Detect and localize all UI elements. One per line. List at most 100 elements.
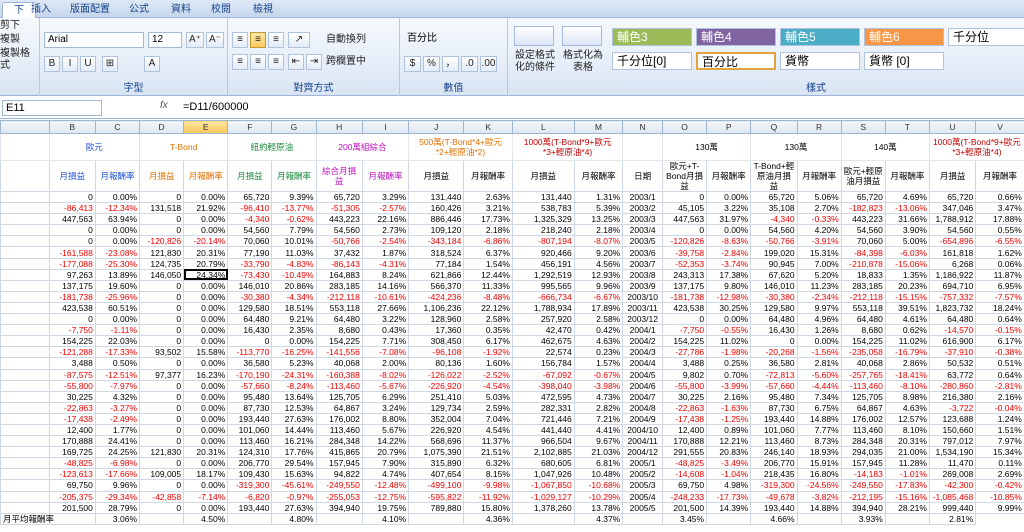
cell[interactable] [0, 279, 50, 292]
cell[interactable]: 36,580 [750, 357, 798, 370]
cell[interactable]: 282,331 [511, 401, 575, 414]
cell[interactable]: 0.70% [706, 368, 752, 381]
column-header-corner[interactable] [0, 120, 50, 134]
cell[interactable]: 65,720 [750, 190, 798, 204]
cell[interactable]: 13.25% [573, 213, 624, 226]
column-header-G[interactable]: G [271, 120, 317, 134]
cell[interactable]: 0.00% [183, 290, 229, 303]
cell[interactable] [0, 257, 50, 270]
cell[interactable]: 123,688 [928, 412, 977, 425]
cell[interactable]: 18,833 [840, 268, 886, 281]
cell[interactable]: 5.00% [884, 235, 930, 248]
cell[interactable]: -11.92% [463, 490, 513, 503]
cell[interactable] [0, 324, 50, 337]
cell[interactable]: 8.15% [463, 468, 513, 481]
cell[interactable]: 1,292,519 [511, 268, 575, 281]
cell[interactable]: 54,560 [750, 224, 798, 237]
cell[interactable]: 77,190 [227, 246, 273, 259]
wrap-text-button[interactable]: 自動換列 [326, 34, 366, 46]
cell[interactable] [0, 301, 50, 315]
cell[interactable]: 0.00% [183, 423, 229, 437]
formula-input[interactable]: =D11/600000 [183, 100, 249, 114]
cell[interactable]: 283,185 [315, 279, 363, 292]
cell[interactable]: 20.31% [183, 246, 229, 259]
cell[interactable]: -86,143 [315, 257, 363, 270]
header-cell-3[interactable]: 月損益 [139, 160, 185, 192]
cell[interactable]: 246,140 [750, 446, 798, 459]
conditional-format-icon[interactable] [514, 26, 554, 46]
cell[interactable]: 1.57% [573, 357, 624, 370]
cell[interactable]: 4.63% [884, 401, 930, 414]
cell[interactable]: -13.06% [884, 202, 930, 215]
cell[interactable]: 21.51% [463, 446, 513, 459]
cell[interactable]: 69,750 [48, 479, 96, 492]
cell[interactable]: 2004/11 [622, 435, 663, 448]
cell[interactable]: 19.75% [361, 501, 410, 514]
cell[interactable]: 0.00% [183, 435, 229, 448]
column-header-I[interactable]: I [361, 120, 410, 134]
cell[interactable]: 0.00% [706, 224, 752, 237]
cell[interactable]: 462,675 [511, 335, 575, 348]
cell[interactable]: 15.34% [975, 446, 1024, 459]
orientation-icon[interactable]: ↗ [288, 32, 310, 48]
header-cell-17[interactable]: 月報酬率 [796, 160, 842, 192]
cell[interactable] [0, 224, 50, 237]
column-header-M[interactable]: M [573, 120, 624, 134]
average-cell[interactable]: 4.10% [361, 512, 410, 525]
cell[interactable]: 77,184 [408, 257, 465, 270]
cell[interactable] [0, 290, 50, 303]
header-cell-12[interactable]: 月報酬率 [573, 160, 624, 192]
cell[interactable]: 0 [139, 479, 185, 492]
cell[interactable]: 4.74% [361, 468, 410, 481]
cell[interactable]: 14.88% [796, 412, 842, 425]
cell[interactable]: -248,233 [661, 490, 708, 503]
cell[interactable]: 10.01% [271, 235, 317, 248]
cell[interactable]: 284,348 [315, 435, 363, 448]
cell[interactable]: 5.67% [361, 423, 410, 437]
cell[interactable]: 9.99% [975, 501, 1024, 514]
cell[interactable]: 8,680 [840, 324, 886, 337]
cell[interactable] [0, 390, 50, 403]
cell[interactable]: -0.67% [573, 368, 624, 381]
cell[interactable]: 3,488 [48, 357, 96, 370]
cell[interactable]: 0.50% [94, 357, 141, 370]
cell[interactable]: 18.24% [975, 301, 1024, 315]
cell[interactable]: -4.44% [796, 379, 842, 392]
cell[interactable]: -654,896 [928, 235, 977, 248]
cell[interactable]: 27.63% [271, 412, 317, 425]
cell[interactable]: -249,550 [315, 479, 363, 492]
cell[interactable]: -181,738 [661, 290, 708, 303]
cell[interactable]: -182,823 [840, 202, 886, 215]
cell[interactable]: -15.16% [884, 490, 930, 503]
cell[interactable]: -8.24% [271, 379, 317, 392]
cell[interactable]: -4.31% [361, 257, 410, 270]
cell[interactable] [0, 190, 50, 204]
cell[interactable]: 0.55% [975, 224, 1024, 237]
cell[interactable]: 1,075,390 [408, 446, 465, 459]
cell[interactable]: 201,500 [661, 501, 708, 514]
cell[interactable]: 2003/11 [622, 301, 663, 315]
cell[interactable]: 176,002 [840, 412, 886, 425]
cell[interactable]: 789,880 [408, 501, 465, 514]
cell[interactable]: -7,750 [661, 324, 708, 337]
cell[interactable]: 14.22% [361, 435, 410, 448]
cell[interactable]: 12,400 [661, 423, 708, 437]
align-right-icon[interactable]: ≡ [268, 54, 284, 70]
cell[interactable]: 17,360 [408, 324, 465, 337]
cell[interactable]: -4.34% [271, 290, 317, 303]
column-header-D[interactable]: D [139, 120, 185, 134]
clipboard-item-1[interactable]: 複製 [0, 34, 20, 46]
cell[interactable]: -17.73% [706, 490, 752, 503]
cell[interactable]: 28.79% [94, 501, 141, 514]
cell[interactable]: -73,430 [227, 268, 273, 281]
cell[interactable]: 1.31% [573, 190, 624, 204]
cell[interactable]: -14,570 [928, 324, 977, 337]
number-button-2[interactable]: ， [442, 56, 459, 72]
cell[interactable]: 566,370 [408, 279, 465, 292]
cell[interactable]: 2.18% [463, 224, 513, 237]
cell[interactable]: 0 [139, 224, 185, 237]
cell[interactable]: -42,300 [928, 479, 977, 492]
cell[interactable]: 70,060 [840, 235, 886, 248]
column-header-Q[interactable]: Q [750, 120, 798, 134]
cell[interactable]: 886,446 [408, 213, 465, 226]
